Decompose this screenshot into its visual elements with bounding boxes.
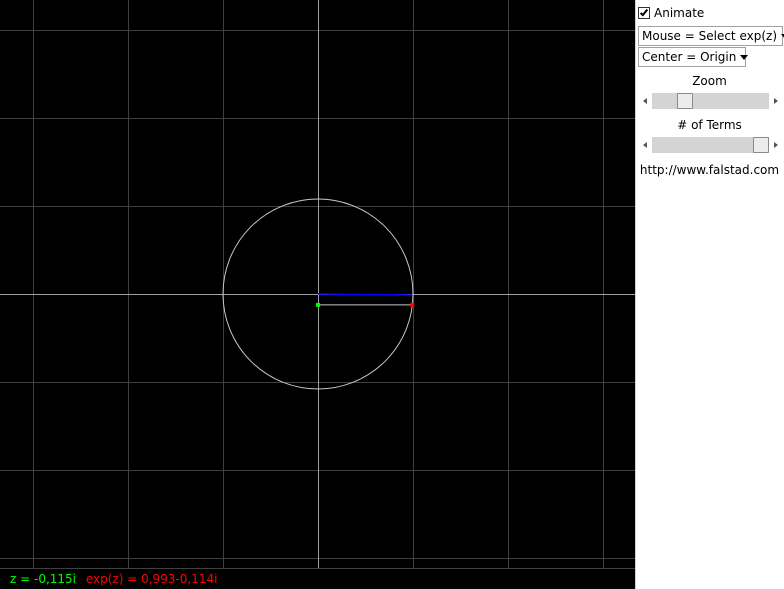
terms-decrease-button[interactable] <box>638 137 652 153</box>
exp-z-point-marker[interactable] <box>410 302 415 307</box>
terms-increase-button[interactable] <box>769 137 783 153</box>
arrow-left-icon <box>643 142 647 148</box>
complex-plane-canvas[interactable]: z = -0,115i exp(z) = 0,993-0,114i <box>0 0 635 589</box>
zoom-slider[interactable] <box>638 93 783 109</box>
arrow-left-icon <box>643 98 647 104</box>
arrow-right-icon <box>774 98 778 104</box>
control-panel: Animate Mouse = Select exp(z) Center = O… <box>635 0 784 589</box>
exp-z-value-readout: exp(z) = 0,993-0,114i <box>85 572 218 586</box>
center-mode-dropdown[interactable]: Center = Origin <box>638 47 749 67</box>
arrow-right-icon <box>774 142 778 148</box>
z-value-readout: z = -0,115i <box>10 572 76 586</box>
grid-lines <box>0 0 635 569</box>
animate-checkbox[interactable] <box>638 7 650 19</box>
axes <box>0 0 635 568</box>
app-window: z = -0,115i exp(z) = 0,993-0,114i Animat… <box>0 0 784 589</box>
checkmark-icon <box>639 7 649 17</box>
terms-slider-thumb[interactable] <box>753 137 769 153</box>
zoom-decrease-button[interactable] <box>638 93 652 109</box>
zoom-slider-thumb[interactable] <box>677 93 694 109</box>
mouse-mode-dropdown[interactable]: Mouse = Select exp(z) <box>638 26 784 46</box>
zoom-increase-button[interactable] <box>769 93 783 109</box>
series-vector-line <box>317 293 413 296</box>
center-mode-value: Center = Origin <box>642 50 737 64</box>
terms-slider[interactable] <box>638 137 783 153</box>
z-point-marker[interactable] <box>316 302 320 307</box>
terms-label: # of Terms <box>677 118 742 132</box>
chevron-down-icon <box>740 54 749 60</box>
value-readout: z = -0,115i exp(z) = 0,993-0,114i <box>10 572 217 586</box>
website-url: http://www.falstad.com <box>639 163 780 177</box>
animate-toggle[interactable]: Animate <box>638 4 704 22</box>
complex-plane-plot[interactable] <box>0 0 635 589</box>
animate-label: Animate <box>654 6 705 20</box>
zoom-label: Zoom <box>692 74 727 88</box>
mouse-mode-value: Mouse = Select exp(z) <box>642 29 778 43</box>
